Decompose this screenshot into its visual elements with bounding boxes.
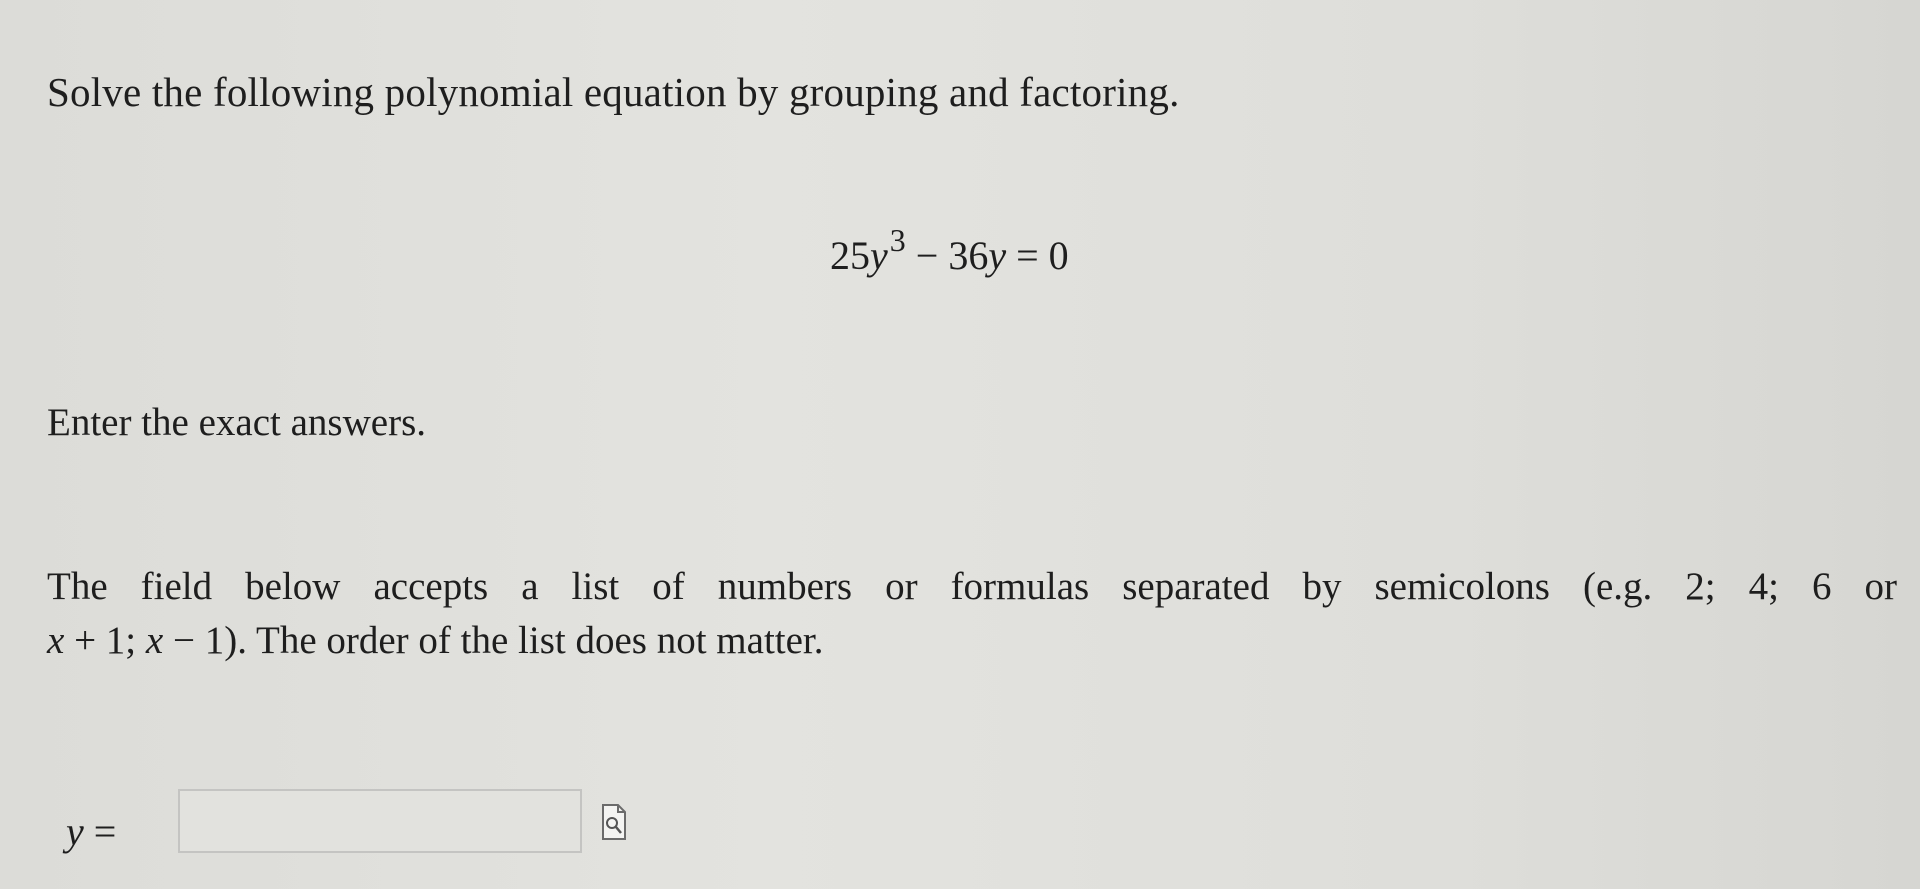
equation-term2: 36 [948, 233, 989, 278]
note-part-b: + 1; [64, 619, 146, 662]
answer-equals: = [83, 809, 117, 854]
equation: 25y3 − 36y = 0 [830, 222, 1069, 279]
format-note-line1: The field below accepts a list of number… [47, 565, 1897, 608]
answer-label: y = [66, 808, 116, 855]
answer-input[interactable] [178, 789, 582, 853]
equation-var: y [870, 233, 888, 278]
note-part-d: − 1). The order of the list does not mat… [163, 619, 824, 662]
format-note-line2: x + 1; x − 1). The order of the list doe… [47, 618, 824, 663]
preview-button[interactable] [600, 803, 628, 841]
question-title: Solve the following polynomial equation … [47, 69, 1180, 115]
note-var-x1: x [47, 619, 65, 662]
instruction-text: Enter the exact answers. [47, 401, 426, 444]
equation-exponent: 3 [889, 222, 906, 258]
question-page: Solve the following polynomial equation … [0, 0, 1920, 889]
answer-var: y [66, 809, 84, 854]
equation-operator: − [915, 233, 939, 278]
equation-var2: y [988, 233, 1007, 278]
document-magnifier-icon [602, 804, 626, 840]
note-var-x2: x [145, 619, 164, 662]
equation-coef1: 25 [830, 233, 870, 278]
equation-rhs: = 0 [1016, 233, 1069, 278]
